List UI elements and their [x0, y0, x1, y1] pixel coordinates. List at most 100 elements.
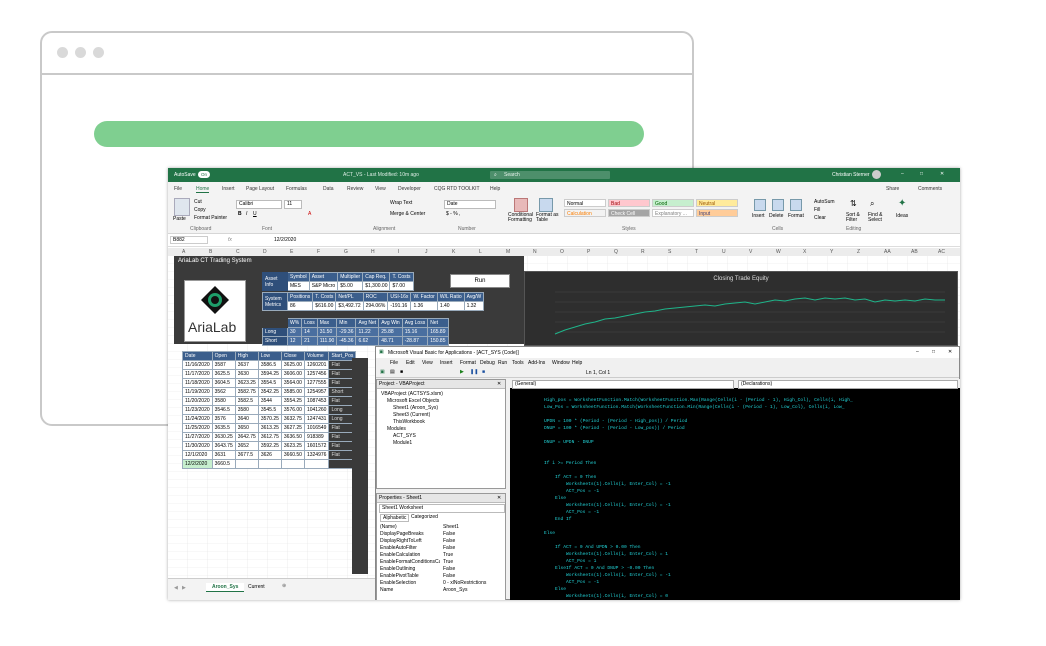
break-icon[interactable]: ❚❚: [470, 369, 478, 375]
font-name-select[interactable]: Calibri: [236, 200, 282, 209]
table-cell[interactable]: 3643.75: [211, 441, 236, 451]
column-header[interactable]: C: [236, 249, 240, 255]
underline-button[interactable]: U: [253, 211, 257, 217]
user-avatar[interactable]: [872, 170, 881, 179]
column-header[interactable]: AA: [884, 249, 891, 255]
table-cell[interactable]: 1041260: [303, 405, 330, 415]
table-cell[interactable]: 3582.5: [234, 396, 259, 406]
project-tree-item[interactable]: Sheet3 (Current): [393, 412, 430, 418]
column-header[interactable]: N: [533, 249, 537, 255]
column-header[interactable]: G: [344, 249, 348, 255]
property-value[interactable]: Sheet1: [443, 524, 503, 530]
property-name[interactable]: (Name): [380, 524, 440, 530]
vba-menu-item[interactable]: Help: [572, 360, 582, 366]
column-header[interactable]: A: [182, 249, 185, 255]
table-cell[interactable]: [234, 459, 259, 469]
property-name[interactable]: DisplayRightToLeft: [380, 538, 440, 544]
column-header[interactable]: AC: [938, 249, 945, 255]
property-name[interactable]: EnableAutoFilter: [380, 545, 440, 551]
run-icon[interactable]: ▶: [460, 369, 464, 375]
user-name[interactable]: Christian Sterner: [832, 172, 870, 178]
table-cell[interactable]: 3652: [234, 441, 259, 451]
tab-aroon-sys[interactable]: Aroon_Sys: [206, 583, 245, 592]
vba-maximize-icon[interactable]: □: [932, 349, 935, 355]
table-cell[interactable]: 11/30/2020: [182, 441, 213, 451]
table-cell[interactable]: 3630: [234, 369, 259, 379]
table-cell[interactable]: 3660.50: [280, 450, 305, 460]
property-name[interactable]: EnableSelection: [380, 580, 440, 586]
find-select-icon[interactable]: ⌕: [870, 199, 874, 209]
table-cell[interactable]: 1324976: [303, 450, 330, 460]
property-name[interactable]: EnableOutlining: [380, 566, 440, 572]
project-tree-item[interactable]: Modules: [387, 426, 406, 432]
code-line[interactable]: ACT_Pos = -1: [544, 509, 853, 516]
find-select-button[interactable]: Find & Select: [868, 213, 888, 223]
share-button[interactable]: Share: [886, 186, 899, 192]
cell-style-option[interactable]: Bad: [608, 199, 650, 207]
table-cell[interactable]: 3582.75: [234, 387, 259, 397]
table-row[interactable]: 11/27/2020 3630.25 3642.75 3612.75 3636.50 91…: [182, 432, 357, 442]
italic-button[interactable]: I: [246, 211, 247, 217]
table-cell[interactable]: 3570.25: [257, 414, 282, 424]
property-name[interactable]: Name: [380, 587, 440, 593]
code-line[interactable]: Worksheets(1).Cells(i, Enter_Col) = -1: [544, 572, 853, 579]
table-cell[interactable]: 3580: [234, 405, 259, 415]
vba-menu-item[interactable]: View: [422, 360, 433, 366]
table-cell[interactable]: [303, 459, 330, 469]
table-cell[interactable]: 1247431: [303, 414, 330, 424]
code-line[interactable]: ElseIf ACT = 0 And DNUP > -0.00 Then: [544, 565, 853, 572]
paste-button[interactable]: Paste: [173, 216, 186, 222]
code-line[interactable]: End If: [544, 516, 853, 523]
tab-scroll-left-icon[interactable]: ◀: [174, 585, 178, 591]
tab-current[interactable]: Current: [248, 584, 265, 590]
property-value[interactable]: False: [443, 531, 503, 537]
excel-view-icon[interactable]: ▣: [380, 369, 385, 375]
code-line[interactable]: Low_Pos = WorksheetFunction.Match(Worksh…: [544, 404, 853, 411]
cell-style-option[interactable]: Good: [652, 199, 694, 207]
format-as-table-icon[interactable]: [539, 198, 553, 212]
table-cell[interactable]: 3586.5: [257, 360, 282, 370]
price-data-table[interactable]: Date Open High Low Close Volume Start_Pos 11/1…: [182, 351, 357, 469]
comments-button[interactable]: Comments: [918, 186, 942, 192]
address-bar-pill[interactable]: [94, 121, 644, 147]
project-tree-item[interactable]: ThisWorkbook: [393, 419, 425, 425]
table-cell[interactable]: 3632.75: [280, 414, 305, 424]
number-format-select[interactable]: Date: [444, 200, 496, 209]
autosum-button[interactable]: AutoSum: [814, 199, 835, 205]
project-tree-item[interactable]: ACT_SYS: [393, 433, 416, 439]
menu-formulas[interactable]: Formulas: [286, 186, 307, 192]
code-line[interactable]: ACT_Pos = -1: [544, 579, 853, 586]
cell-style-option[interactable]: Normal: [564, 199, 606, 207]
menu-page-layout[interactable]: Page Layout: [246, 186, 274, 192]
search-box[interactable]: ⌕ Search: [490, 171, 610, 179]
close-icon[interactable]: ✕: [940, 171, 944, 177]
column-header[interactable]: R: [641, 249, 645, 255]
properties-object-select[interactable]: Sheet1 Worksheet: [379, 504, 505, 513]
vba-menu-item[interactable]: Insert: [440, 360, 453, 366]
table-cell[interactable]: 3636.50: [280, 432, 305, 442]
conditional-formatting-button[interactable]: Conditional Formatting: [508, 213, 534, 223]
property-value[interactable]: False: [443, 573, 503, 579]
column-header-cell[interactable]: High: [234, 351, 259, 361]
column-header[interactable]: V: [749, 249, 752, 255]
cell-style-option[interactable]: Neutral: [696, 199, 738, 207]
format-cells-icon[interactable]: [790, 199, 802, 211]
table-cell[interactable]: 3542.25: [257, 387, 282, 397]
clear-button[interactable]: Clear: [814, 215, 826, 221]
code-line[interactable]: Else: [544, 586, 853, 593]
conditional-formatting-icon[interactable]: [514, 198, 528, 212]
table-cell[interactable]: 3625.5: [211, 369, 236, 379]
table-cell[interactable]: 11/17/2020: [182, 369, 213, 379]
property-name[interactable]: EnableCalculation: [380, 552, 440, 558]
vba-menu-item[interactable]: Format: [460, 360, 476, 366]
column-header[interactable]: AB: [911, 249, 918, 255]
cell-style-option[interactable]: Explanatory ...: [652, 209, 694, 217]
table-row[interactable]: 11/16/2020 3587 3637 3586.5 3625.00 1260201 Fl…: [182, 360, 357, 370]
window-control-dot-3[interactable]: [93, 47, 104, 58]
table-cell[interactable]: 3612.75: [257, 432, 282, 442]
table-cell[interactable]: 3592.25: [257, 441, 282, 451]
maximize-icon[interactable]: □: [920, 171, 923, 177]
table-cell[interactable]: 3613.25: [257, 423, 282, 433]
property-value[interactable]: Aroon_Sys: [443, 587, 503, 593]
table-row[interactable]: 11/19/2020 3562 3582.75 3542.25 3585.00 12549…: [182, 387, 357, 397]
